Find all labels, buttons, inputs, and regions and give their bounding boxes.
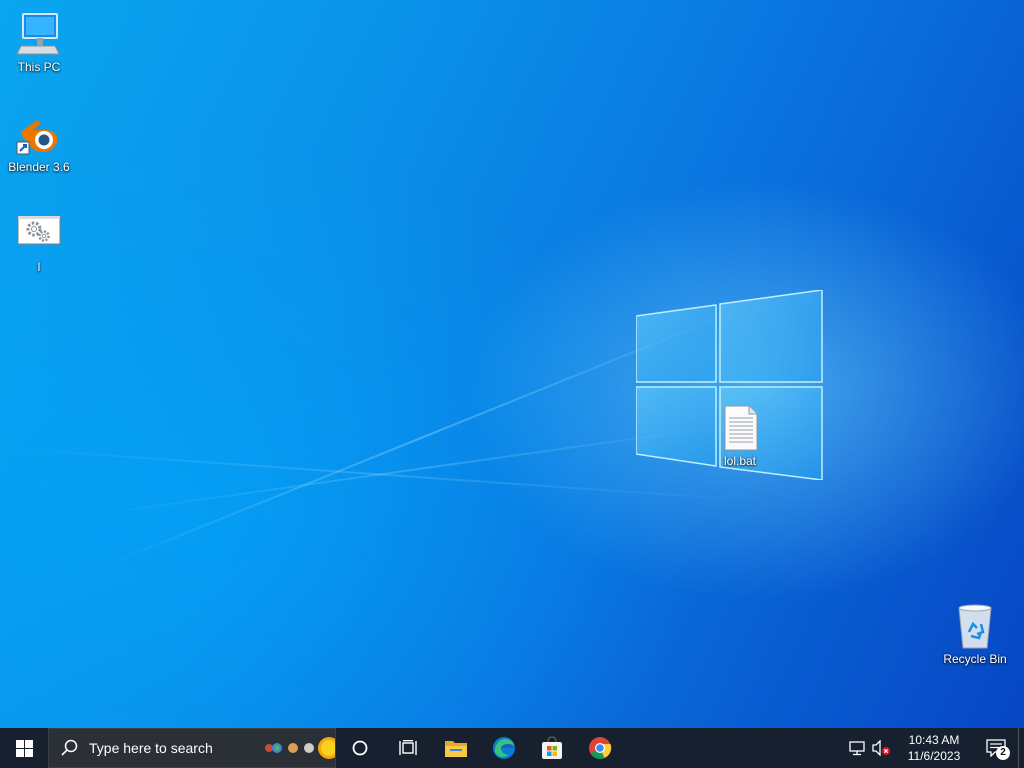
desktop-icon-this-pc[interactable]: This PC	[1, 10, 77, 74]
desktop-icon-label: Blender 3.6	[8, 160, 70, 174]
windows-start-icon	[15, 739, 33, 757]
notification-count-badge: 2	[996, 746, 1010, 760]
chrome-button[interactable]	[576, 728, 624, 768]
desktop-icon-label: This PC	[17, 60, 61, 74]
volume-muted-icon	[872, 740, 890, 756]
desktop-icon-recycle-bin[interactable]: Recycle Bin	[937, 602, 1013, 666]
desktop-icon-label: lol.bat	[723, 454, 757, 468]
start-button[interactable]	[0, 728, 48, 768]
volume-status[interactable]	[868, 728, 894, 768]
file-explorer-button[interactable]	[432, 728, 480, 768]
system-tray: 10:43 AM 11/6/2023 2	[846, 728, 1024, 768]
cortana-circle-icon	[352, 740, 368, 756]
action-center-button[interactable]: 2	[974, 728, 1018, 768]
task-view-button[interactable]	[384, 728, 432, 768]
computer-icon	[16, 13, 60, 55]
desktop-icon-label: l	[37, 260, 41, 274]
search-placeholder: Type here to search	[89, 740, 213, 756]
network-status[interactable]	[846, 728, 868, 768]
taskbar: Type here to search 10:43 AM 11/6/2023 2	[0, 728, 1024, 768]
cortana-button[interactable]	[336, 728, 384, 768]
task-view-icon	[399, 740, 417, 755]
recycle-bin-icon	[958, 604, 992, 649]
text-file-icon	[724, 405, 758, 451]
desktop-icon-l[interactable]: l	[1, 210, 77, 274]
search-highlight-image	[265, 737, 335, 759]
clock[interactable]: 10:43 AM 11/6/2023	[894, 732, 974, 764]
store-button[interactable]	[528, 728, 576, 768]
chrome-icon	[589, 737, 612, 759]
store-icon	[542, 736, 562, 759]
desktop-icon-blender[interactable]: Blender 3.6	[1, 110, 77, 174]
network-icon	[849, 741, 865, 756]
blender-icon	[16, 120, 58, 155]
edge-button[interactable]	[480, 728, 528, 768]
desktop-icon-label: Recycle Bin	[943, 652, 1007, 666]
search-icon	[61, 739, 78, 756]
folder-icon	[445, 741, 467, 757]
clock-time: 10:43 AM	[908, 733, 960, 747]
desktop[interactable]: This PC Blender 3.6 l lol.bat Recycle Bi…	[0, 0, 1024, 728]
clock-date: 11/6/2023	[907, 749, 961, 763]
search-box[interactable]: Type here to search	[48, 728, 336, 768]
desktop-icon-lol-bat[interactable]: lol.bat	[702, 404, 778, 468]
settings-gears-icon	[17, 215, 61, 245]
edge-icon	[493, 737, 515, 759]
show-desktop-button[interactable]	[1018, 728, 1024, 768]
